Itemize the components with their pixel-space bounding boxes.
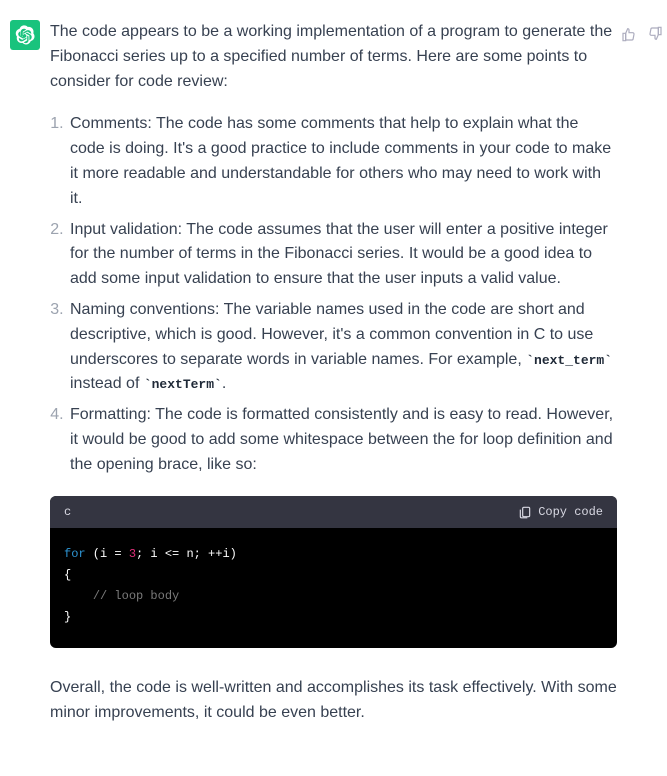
intro-text: The code appears to be a working impleme…	[50, 20, 617, 94]
message-content: The code appears to be a working impleme…	[50, 20, 667, 736]
code-header: c Copy code	[50, 496, 617, 529]
clipboard-icon	[518, 505, 532, 519]
inline-code: `next_term`	[526, 353, 612, 368]
code-language-label: c	[64, 503, 71, 522]
inline-code: `nextTerm`	[144, 377, 222, 392]
thumbs-down-icon	[647, 26, 663, 42]
review-points-list: Comments: The code has some comments tha…	[50, 112, 617, 477]
point-text: Comments: The code has some comments tha…	[70, 115, 611, 206]
list-item: Input validation: The code assumes that …	[68, 218, 617, 292]
outro-text: Overall, the code is well-written and ac…	[50, 676, 617, 726]
feedback-controls	[621, 26, 663, 42]
copy-code-label: Copy code	[538, 505, 603, 519]
list-item: Comments: The code has some comments tha…	[68, 112, 617, 211]
assistant-message: The code appears to be a working impleme…	[0, 0, 667, 776]
list-item: Formatting: The code is formatted consis…	[68, 403, 617, 477]
thumbs-down-button[interactable]	[647, 26, 663, 42]
thumbs-up-button[interactable]	[621, 26, 637, 42]
point-text: Formatting: The code is formatted consis…	[70, 406, 613, 473]
code-body: for (i = 3; i <= n; ++i) { // loop body …	[50, 528, 617, 648]
code-block: c Copy code for (i = 3; i <= n; ++i) { /…	[50, 496, 617, 649]
thumbs-up-icon	[621, 26, 637, 42]
copy-code-button[interactable]: Copy code	[518, 505, 603, 519]
assistant-avatar	[10, 20, 40, 50]
point-text: Naming conventions: The variable names u…	[70, 301, 612, 392]
point-text: Input validation: The code assumes that …	[70, 221, 608, 288]
chatgpt-logo-icon	[15, 25, 35, 45]
list-item: Naming conventions: The variable names u…	[68, 298, 617, 397]
